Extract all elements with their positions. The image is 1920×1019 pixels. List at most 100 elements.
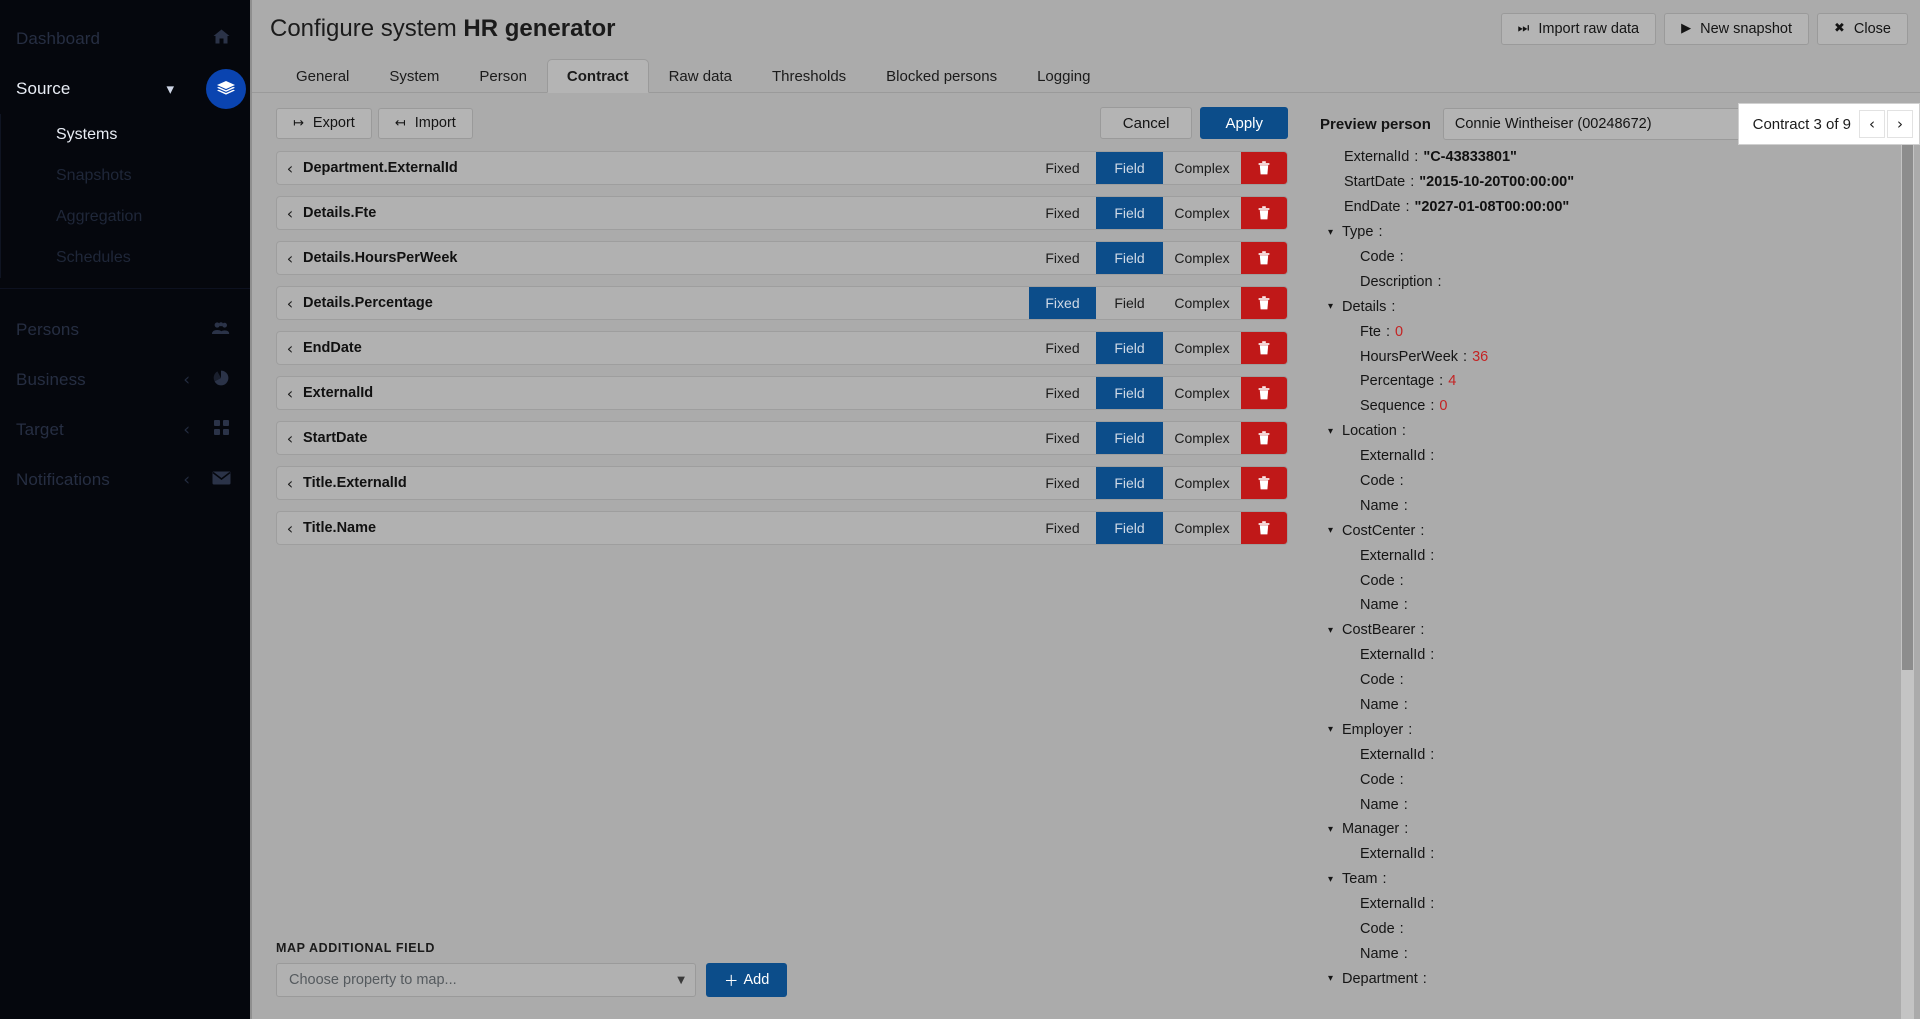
delete-mapping-button[interactable] [1241,287,1287,319]
json-node-leaf: ExternalId: [1320,543,1894,568]
sidebar-item-dashboard[interactable]: Dashboard [0,14,250,64]
tab-raw-data[interactable]: Raw data [649,59,752,93]
mode-option-field[interactable]: Field [1096,197,1163,229]
json-key: ExternalId [1344,149,1410,166]
close-button[interactable]: ✖ Close [1817,12,1908,45]
chevron-left-icon[interactable]: ‹ [277,332,303,364]
json-colon: : [1401,423,1406,440]
delete-mapping-button[interactable] [1241,242,1287,274]
mode-option-fixed[interactable]: Fixed [1029,467,1096,499]
delete-mapping-button[interactable] [1241,152,1287,184]
mode-option-field[interactable]: Field [1096,242,1163,274]
delete-mapping-button[interactable] [1241,512,1287,544]
previous-contract-button[interactable]: ‹ [1859,110,1885,138]
json-node-collapsible[interactable]: ▾ Manager: [1320,817,1894,842]
mode-option-fixed[interactable]: Fixed [1029,332,1096,364]
chevron-left-icon[interactable]: ‹ [277,197,303,229]
json-node-leaf: ExternalId: "C-43833801" [1320,145,1894,170]
tab-blocked-persons[interactable]: Blocked persons [866,59,1017,93]
mode-option-field[interactable]: Field [1096,512,1163,544]
export-button[interactable]: ↦ Export [276,107,372,139]
sidebar-item-business[interactable]: Business ‹ [0,355,250,405]
mode-option-fixed[interactable]: Fixed [1029,242,1096,274]
delete-mapping-button[interactable] [1241,467,1287,499]
mode-option-fixed[interactable]: Fixed [1029,377,1096,409]
sidebar-item-source[interactable]: Source ▾ [0,64,250,114]
mode-option-complex[interactable]: Complex [1163,152,1241,184]
json-key: Name [1360,697,1399,714]
import-raw-data-button[interactable]: ⏭ Import raw data [1500,12,1657,45]
json-node-collapsible[interactable]: ▾ Team: [1320,867,1894,892]
chevron-left-icon[interactable]: ‹ [277,422,303,454]
next-contract-button[interactable]: › [1887,110,1913,138]
json-node-leaf: ExternalId: [1320,643,1894,668]
scrollbar-thumb[interactable] [1902,145,1913,670]
json-node-collapsible[interactable]: ▾ Employer: [1320,717,1894,742]
mode-option-fixed[interactable]: Fixed [1029,512,1096,544]
mode-option-fixed[interactable]: Fixed [1029,152,1096,184]
tab-label: Blocked persons [886,67,998,85]
tab-thresholds[interactable]: Thresholds [752,59,866,93]
json-node-collapsible[interactable]: ▾ CostBearer: [1320,618,1894,643]
preview-header: Preview person Connie Wintheiser (002486… [1314,103,1920,145]
mode-option-complex[interactable]: Complex [1163,242,1241,274]
mode-option-field[interactable]: Field [1096,287,1163,319]
people-icon [210,321,232,340]
mode-option-field[interactable]: Field [1096,377,1163,409]
delete-mapping-button[interactable] [1241,197,1287,229]
tab-logging[interactable]: Logging [1017,59,1110,93]
cancel-button[interactable]: Cancel [1099,107,1193,139]
chevron-left-icon[interactable]: ‹ [277,377,303,409]
chevron-left-icon[interactable]: ‹ [277,467,303,499]
chevron-left-icon[interactable]: ‹ [277,152,303,184]
tab-label: Contract [566,67,629,85]
tab-person[interactable]: Person [459,59,547,93]
mode-option-complex[interactable]: Complex [1163,377,1241,409]
mode-option-field[interactable]: Field [1096,467,1163,499]
mode-option-fixed[interactable]: Fixed [1029,287,1096,319]
mode-option-complex[interactable]: Complex [1163,197,1241,229]
json-node-collapsible[interactable]: ▾ Type: [1320,220,1894,245]
sidebar-item-snapshots[interactable]: Snapshots [1,155,250,196]
json-node-collapsible[interactable]: ▾ CostCenter: [1320,518,1894,543]
apply-button[interactable]: Apply [1200,107,1288,139]
sidebar-item-aggregation[interactable]: Aggregation [1,196,250,237]
sidebar-item-schedules[interactable]: Schedules [1,237,250,278]
new-snapshot-button[interactable]: ▶ New snapshot [1664,12,1810,45]
delete-mapping-button[interactable] [1241,422,1287,454]
mode-option-field[interactable]: Field [1096,332,1163,364]
mode-option-complex[interactable]: Complex [1163,332,1241,364]
mode-option-fixed[interactable]: Fixed [1029,197,1096,229]
delete-mapping-button[interactable] [1241,377,1287,409]
preview-scrollbar[interactable] [1901,145,1914,1019]
json-colon: : [1382,871,1387,888]
import-button[interactable]: ↤ Import [377,107,473,139]
sidebar-item-label: Schedules [56,248,131,266]
json-node-collapsible[interactable]: ▾ Department: [1320,966,1894,991]
mode-option-field[interactable]: Field [1096,152,1163,184]
json-node-leaf: Name: [1320,593,1894,618]
property-select[interactable]: Choose property to map... ▼ [276,963,696,997]
chevron-left-icon[interactable]: ‹ [277,242,303,274]
json-colon: : [1399,921,1404,938]
tab-system[interactable]: System [369,59,459,93]
tab-contract[interactable]: Contract [546,59,649,93]
contract-navigator: Contract 3 of 9 ‹ › [1737,103,1920,145]
mode-option-fixed[interactable]: Fixed [1029,422,1096,454]
mode-option-complex[interactable]: Complex [1163,512,1241,544]
chevron-left-icon[interactable]: ‹ [277,512,303,544]
mode-option-field[interactable]: Field [1096,422,1163,454]
delete-mapping-button[interactable] [1241,332,1287,364]
json-node-collapsible[interactable]: ▾ Details: [1320,294,1894,319]
sidebar-item-target[interactable]: Target ‹ [0,405,250,455]
chevron-left-icon[interactable]: ‹ [277,287,303,319]
sidebar-item-persons[interactable]: Persons [0,305,250,355]
tab-general[interactable]: General [276,59,369,93]
json-node-collapsible[interactable]: ▾ Location: [1320,419,1894,444]
mode-option-complex[interactable]: Complex [1163,422,1241,454]
sidebar-item-notifications[interactable]: Notifications ‹ [0,455,250,505]
sidebar-item-systems[interactable]: Systems [1,114,250,155]
add-field-button[interactable]: ＋ Add [706,963,788,997]
mode-option-complex[interactable]: Complex [1163,287,1241,319]
mode-option-complex[interactable]: Complex [1163,467,1241,499]
